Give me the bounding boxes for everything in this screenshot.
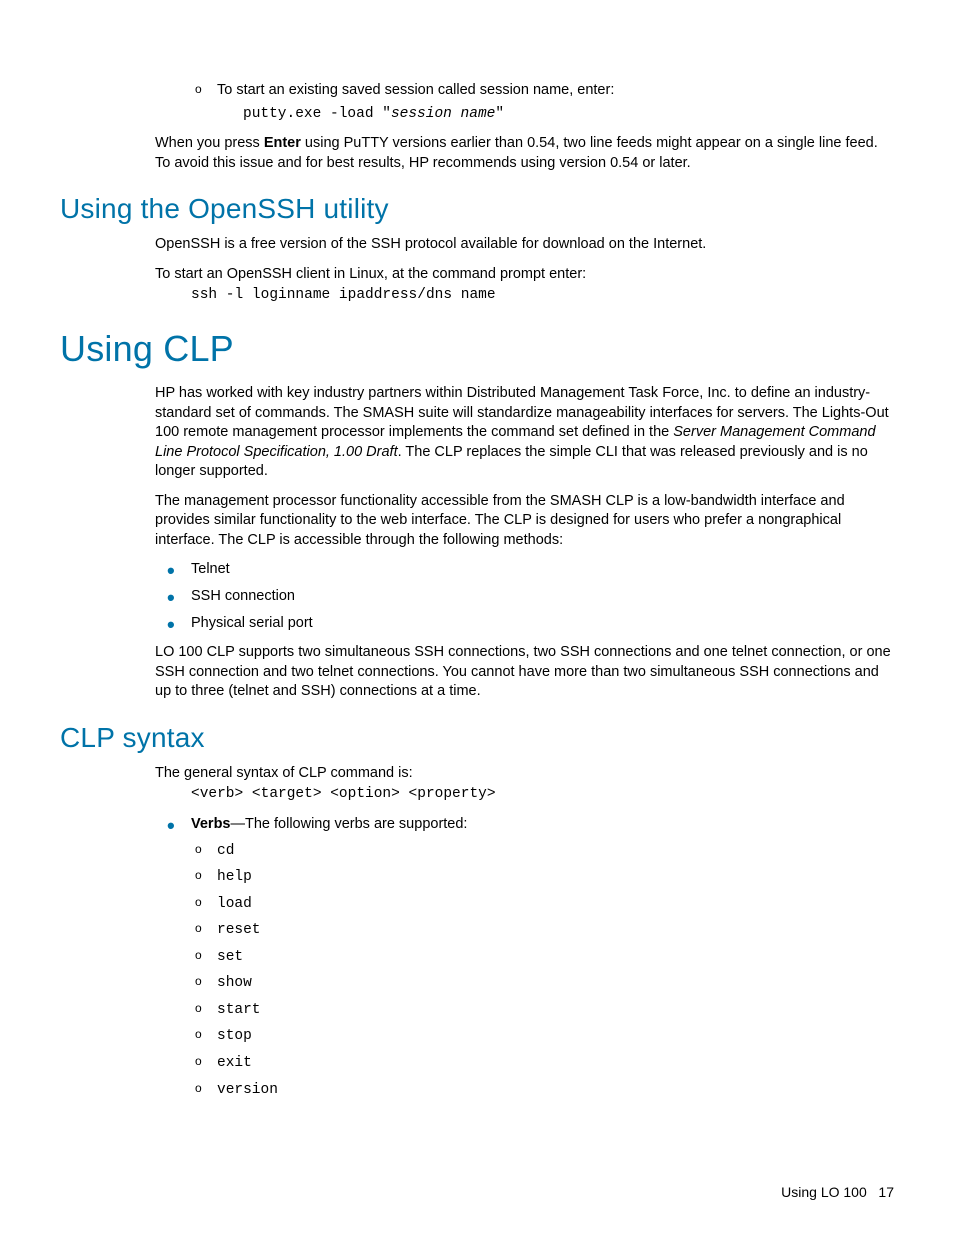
method-serial: Physical serial port — [155, 614, 894, 634]
method-ssh: SSH connection — [155, 587, 894, 607]
heading-clp-syntax: CLP syntax — [60, 722, 894, 754]
verb-load: load — [191, 894, 894, 915]
verb-reset: reset — [191, 920, 894, 941]
clp-para3: LO 100 CLP supports two simultaneous SSH… — [155, 643, 894, 702]
verb-cd: cd — [191, 841, 894, 862]
openssh-code: ssh -l loginname ipaddress/dns name — [191, 286, 894, 306]
verb-stop: stop — [191, 1026, 894, 1047]
footer-page-number: 17 — [878, 1184, 894, 1200]
verb-set: set — [191, 947, 894, 968]
heading-openssh: Using the OpenSSH utility — [60, 193, 894, 225]
syntax-code: <verb> <target> <option> <property> — [191, 785, 894, 805]
intro-sublist: To start an existing saved session calle… — [191, 81, 894, 124]
verbs-intro: Verbs—The following verbs are supported:… — [155, 815, 894, 1100]
verb-exit: exit — [191, 1053, 894, 1074]
verbs-list: cd help load reset set show start stop e… — [191, 841, 894, 1101]
clp-methods-list: Telnet SSH connection Physical serial po… — [155, 560, 894, 633]
footer-section: Using LO 100 — [781, 1184, 867, 1200]
verb-help: help — [191, 867, 894, 888]
verb-show: show — [191, 973, 894, 994]
intro-bullet-text: To start an existing saved session calle… — [217, 82, 614, 98]
syntax-para1: The general syntax of CLP command is: — [155, 764, 894, 784]
verb-version: version — [191, 1080, 894, 1101]
openssh-para2: To start an OpenSSH client in Linux, at … — [155, 265, 894, 285]
intro-bullet: To start an existing saved session calle… — [191, 81, 894, 124]
heading-using-clp: Using CLP — [60, 328, 894, 370]
method-telnet: Telnet — [155, 560, 894, 580]
clp-para1: HP has worked with key industry partners… — [155, 384, 894, 482]
intro-code: putty.exe -load "session name" — [243, 104, 894, 125]
verb-start: start — [191, 1000, 894, 1021]
enter-paragraph: When you press Enter using PuTTY version… — [155, 134, 894, 173]
clp-para2: The management processor functionality a… — [155, 492, 894, 551]
page-footer: Using LO 100 17 — [781, 1184, 894, 1200]
openssh-para1: OpenSSH is a free version of the SSH pro… — [155, 235, 894, 255]
verbs-section: Verbs—The following verbs are supported:… — [155, 815, 894, 1100]
